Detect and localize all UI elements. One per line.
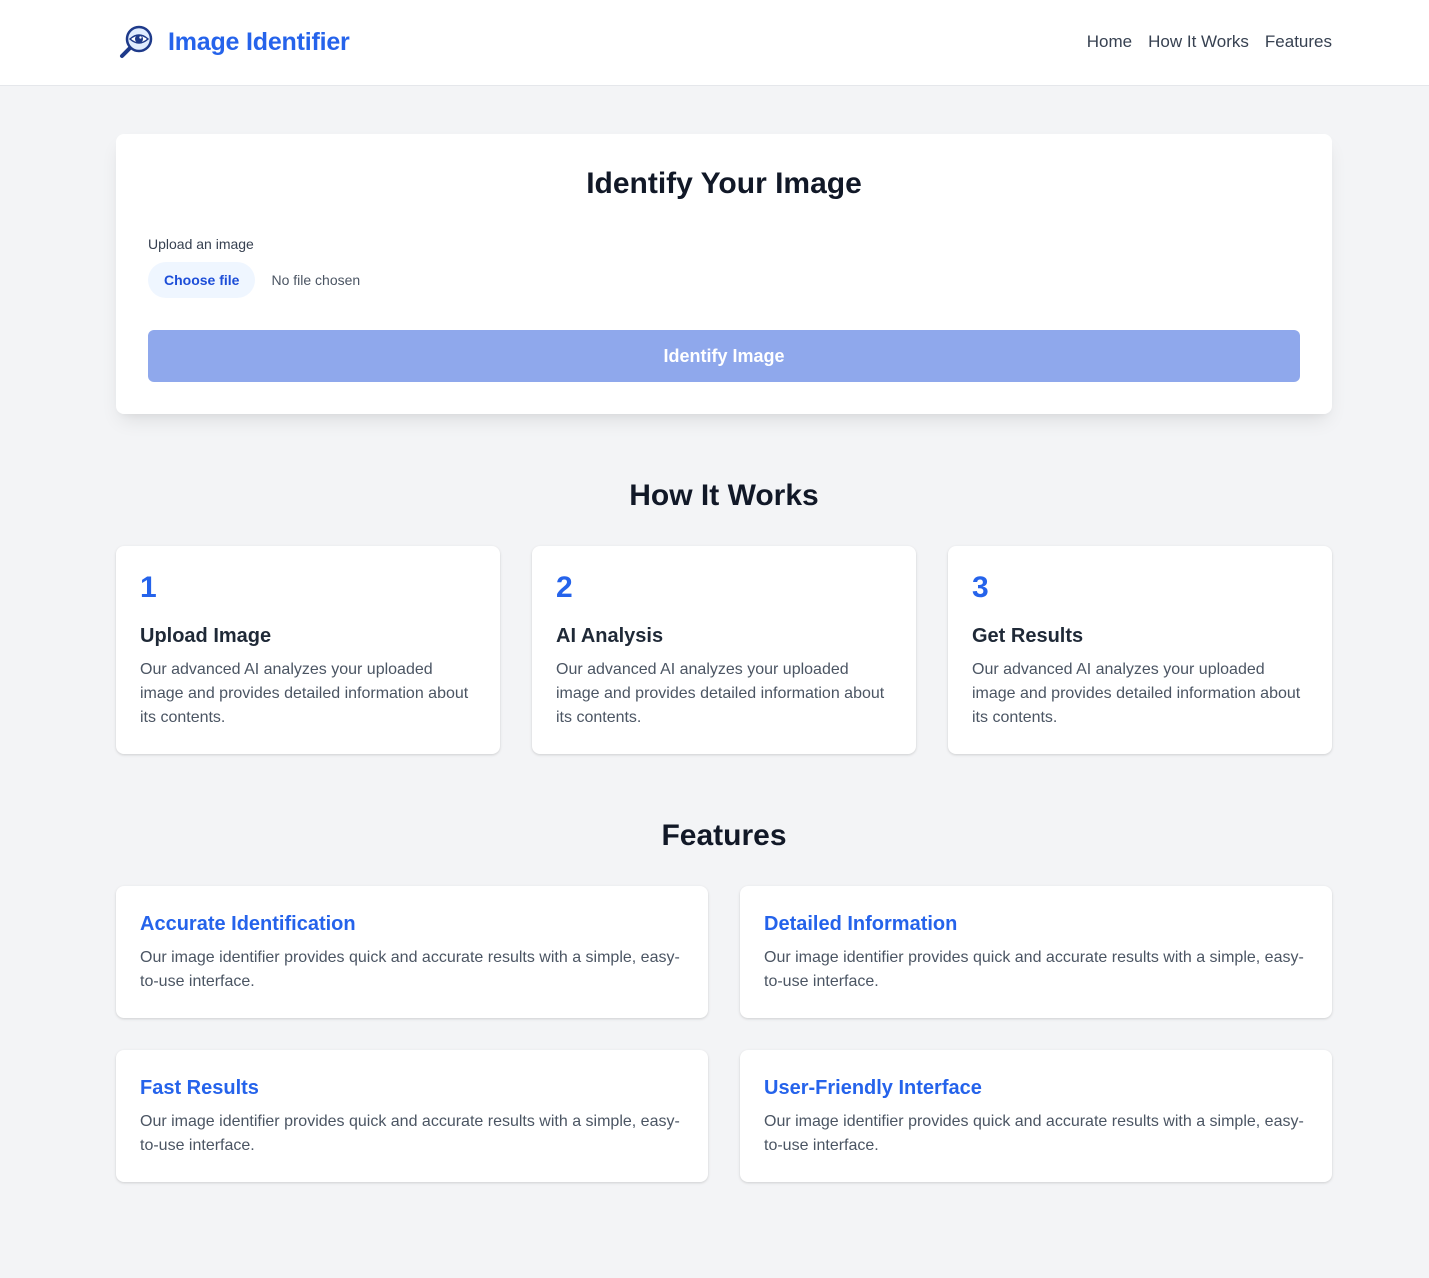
step-description: Our advanced AI analyzes your uploaded i…: [556, 661, 885, 726]
step-card: 3 Get Results Our advanced AI analyzes y…: [948, 546, 1332, 754]
step-number: 3: [972, 571, 989, 604]
feature-card: Detailed Information Our image identifie…: [740, 886, 1332, 1018]
brand[interactable]: Image Identifier: [116, 22, 350, 62]
how-it-works-heading: How It Works: [629, 479, 819, 512]
feature-description: Our image identifier provides quick and …: [140, 1113, 680, 1154]
feature-description: Our image identifier provides quick and …: [140, 949, 680, 990]
feature-title: User-Friendly Interface: [764, 1077, 982, 1099]
feature-description: Our image identifier provides quick and …: [764, 1113, 1304, 1154]
file-input[interactable]: Choose file No file chosen: [148, 262, 360, 298]
file-status-text: No file chosen: [271, 272, 361, 288]
feature-title: Fast Results: [140, 1077, 259, 1099]
step-title: AI Analysis: [556, 625, 664, 647]
feature-card: Accurate Identification Our image identi…: [116, 886, 708, 1018]
site-title: Image Identifier: [168, 27, 350, 56]
upload-title: Identify Your Image: [586, 167, 862, 200]
step-description: Our advanced AI analyzes your uploaded i…: [972, 661, 1301, 726]
feature-title: Detailed Information: [764, 913, 958, 935]
main-nav: Home How It Works Features: [1087, 30, 1332, 54]
nav-how-it-works-link[interactable]: How It Works: [1148, 30, 1249, 54]
step-title: Upload Image: [140, 625, 272, 647]
upload-label: Upload an image: [148, 236, 254, 252]
feature-title: Accurate Identification: [140, 913, 356, 935]
choose-file-button[interactable]: Choose file: [148, 262, 256, 298]
step-card: 2 AI Analysis Our advanced AI analyzes y…: [532, 546, 916, 754]
step-title: Get Results: [972, 625, 1084, 647]
magnifying-eye-icon: [120, 25, 153, 58]
step-number: 2: [556, 571, 573, 604]
step-card: 1 Upload Image Our advanced AI analyzes …: [116, 546, 500, 754]
nav-home-link[interactable]: Home: [1087, 30, 1132, 54]
feature-card: User-Friendly Interface Our image identi…: [740, 1050, 1332, 1182]
step-number: 1: [140, 571, 157, 604]
upload-card: Identify Your Image Upload an image Choo…: [116, 134, 1332, 414]
nav-features-link[interactable]: Features: [1265, 30, 1332, 54]
feature-description: Our image identifier provides quick and …: [764, 949, 1304, 990]
step-description: Our advanced AI analyzes your uploaded i…: [140, 661, 469, 726]
features-heading: Features: [661, 819, 787, 852]
identify-image-button[interactable]: Identify Image: [148, 330, 1300, 382]
site-header: Image Identifier Home How It Works Featu…: [0, 0, 1429, 86]
feature-card: Fast Results Our image identifier provid…: [116, 1050, 708, 1182]
